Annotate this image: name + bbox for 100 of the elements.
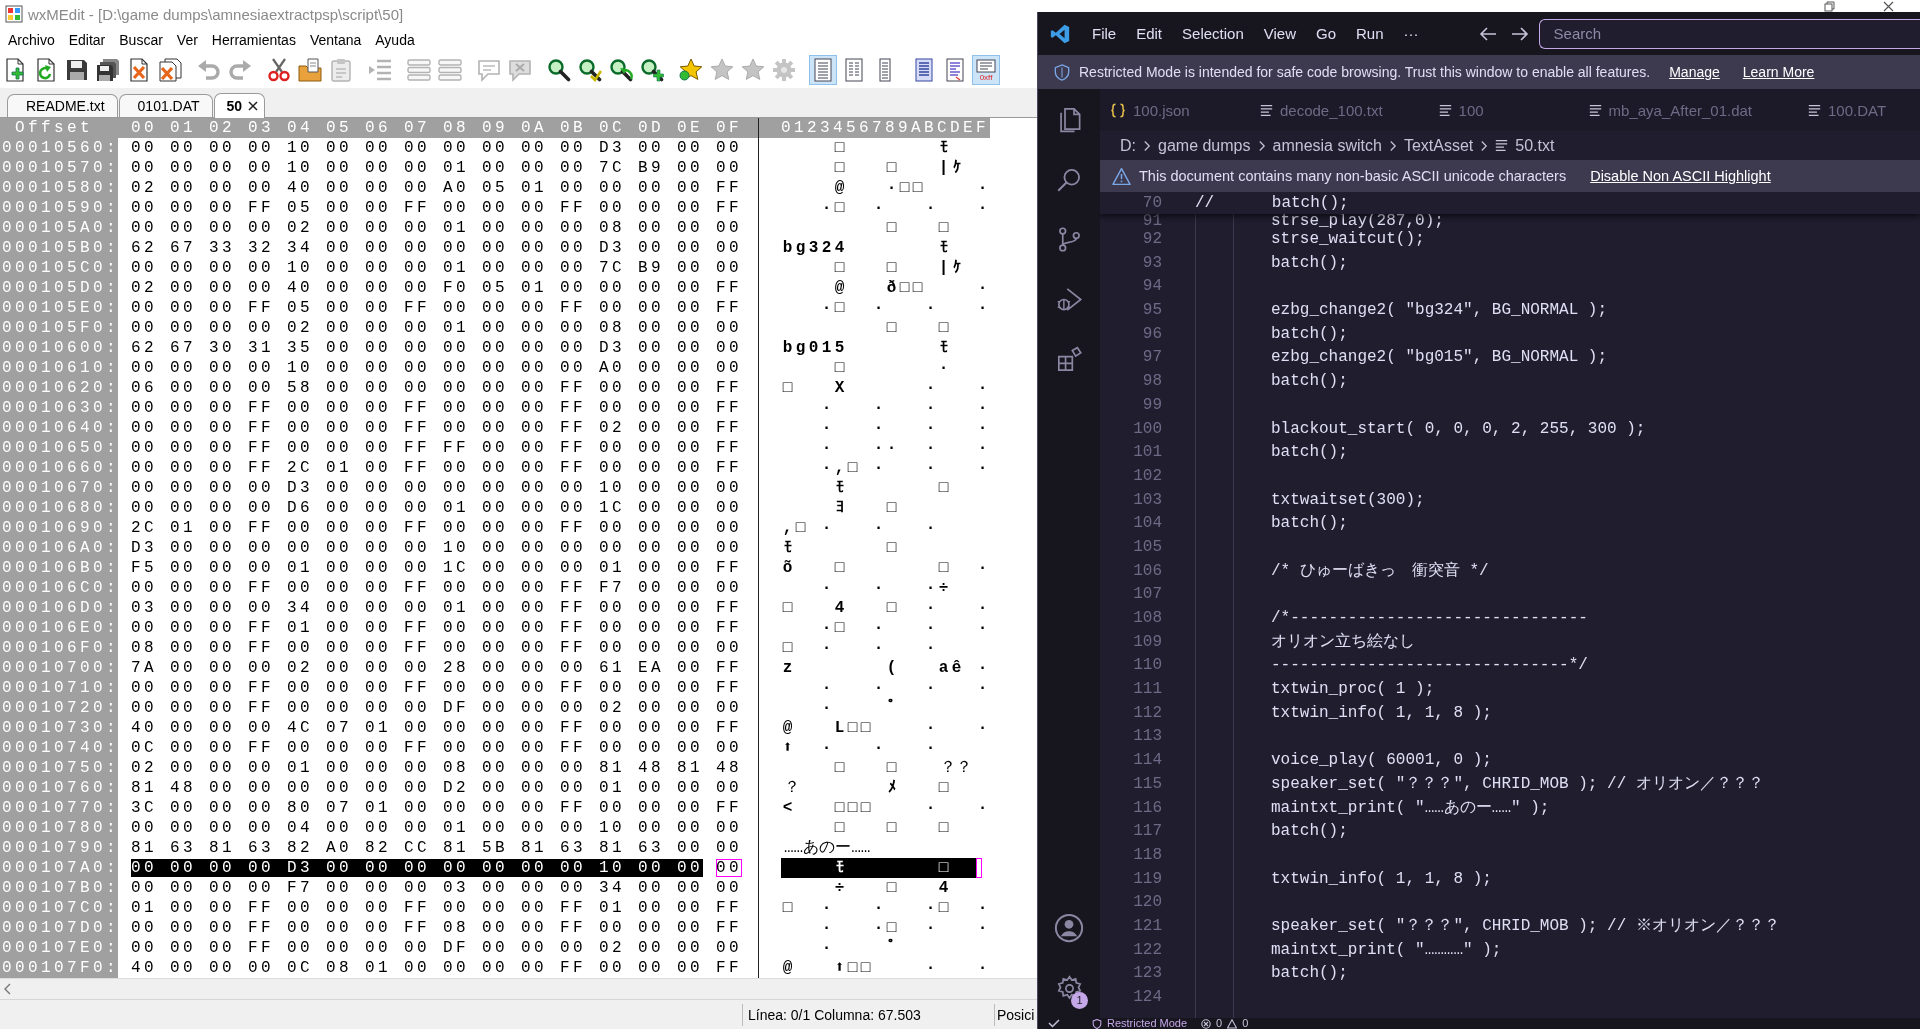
menu-item[interactable]: View [1253,21,1306,46]
column-heading: 00 01 02 03 04 05 06 07 08 09 0A 0B 0C 0D 0E 0F [131,119,743,137]
page-plus-icon [3,58,27,82]
settings-icon[interactable] [1055,974,1083,1002]
hex-bytes: 00 00 00 FF 00 00 00 FF 00 00 00 FF 02 00 00 FF [131,419,743,437]
menu-item[interactable]: Run [1346,21,1394,46]
column-heading: Offset [15,119,93,137]
line-number: 92 [1142,230,1162,248]
horizontal-scrollbar[interactable] [0,978,1038,999]
columns-page-icon [842,58,866,82]
line-number: 96 [1142,324,1162,343]
hex-bytes: 00 00 00 00 F7 00 00 00 03 00 00 00 34 00 00 00 [131,879,743,897]
offset-label: 00010700: [2,659,119,677]
account-icon[interactable] [1054,913,1084,943]
chevron-left-icon[interactable] [4,983,11,995]
line-number: 121 [1133,916,1162,935]
close-icon[interactable] [1883,1,1894,12]
file-tab[interactable]: 50 [213,93,266,118]
ascii-text: □ ﾓ [833,138,949,158]
search-icon [547,58,571,82]
line-number: 91 [1142,212,1162,230]
code-line: batch(); [1271,964,1348,983]
notification-badge: 1 [1071,992,1088,1009]
toolbar-button[interactable]: 0xff [972,55,1000,85]
hex-bytes: 08 00 00 FF 00 00 00 FF 00 00 00 FF 00 00 00 00 [131,639,743,657]
offset-label: 00010770: [2,799,119,817]
offset-label: 00010710: [2,679,119,697]
menu-item[interactable]: Ver [169,30,205,50]
breadcrumb-item[interactable]: amnesia switch [1272,136,1382,155]
menu-item[interactable]: Go [1306,21,1346,46]
arrow-right-icon[interactable] [1510,24,1529,43]
breadcrumb-item[interactable]: 50.txt [1515,136,1555,155]
code-line: strse_waitcut(); [1271,230,1425,248]
menu-item[interactable]: File [1082,21,1127,46]
line-number: 111 [1133,680,1162,699]
warning-count[interactable]: 0 [1242,1018,1249,1029]
ascii-text: · · · · [820,418,989,438]
status-mode[interactable]: Restricted Mode [1107,1018,1188,1029]
menu-item[interactable]: ··· [1393,21,1429,46]
error-count[interactable]: 0 [1216,1018,1223,1029]
breadcrumb-item[interactable]: TextAsset [1403,136,1474,155]
line-number: 95 [1142,301,1162,320]
column-heading: 0123456789ABCDEF [781,118,990,138]
menu-item[interactable]: Archivo [1,30,62,50]
lines-icon [1495,139,1509,152]
offset-label: 00010660: [2,459,119,477]
restore-icon[interactable] [1824,1,1835,12]
offset-label: 00010640: [2,419,119,437]
file-tab[interactable]: 0101.DAT [118,94,213,117]
menu-item[interactable]: Herramientas [204,30,303,50]
extensions-icon[interactable] [1055,345,1083,373]
ascii-text: ﾓ □ [781,858,982,878]
menu-item[interactable]: Editar [61,30,113,50]
page-arrow-icon [34,58,58,82]
code-line: batch(); [1271,372,1348,391]
line-number: 97 [1142,348,1162,367]
error-icon[interactable] [1201,1018,1212,1029]
offset-label: 00010600: [2,339,119,357]
banner-link[interactable]: Learn More [1742,64,1815,80]
chevron-right-icon [1257,139,1266,152]
breadcrumb-item[interactable]: game dumps [1158,136,1251,155]
offset-label: 000106C0: [2,579,119,597]
warning-icon[interactable] [1227,1018,1238,1029]
ascii-text: ÷ □ 4 [833,878,950,898]
code-line: // batch(); [1195,194,1349,212]
menu-item[interactable]: Ventana [302,30,369,50]
breadcrumb-item[interactable]: D: [1120,136,1136,155]
check-icon[interactable] [1048,1019,1060,1028]
ascii-text: □ · · ·□ · [781,898,989,918]
search-field[interactable]: Search [1538,18,1920,49]
lines-icon [1808,103,1822,117]
offset-label: 000105F0: [2,319,119,337]
run-debug-icon[interactable] [1055,285,1083,313]
ascii-text: □ □ □ [833,818,950,838]
arrow-left-icon[interactable] [1478,24,1497,43]
offset-label: 000107C0: [2,899,119,917]
code-line: blackout_start( 0, 0, 0, 2, 255, 300 ); [1271,419,1646,438]
file-tab[interactable]: README.txt [7,94,118,117]
hex-bytes: 62 67 30 31 35 00 00 00 00 00 00 00 D3 00 00 00 [131,339,743,357]
banner-link[interactable]: Manage [1669,64,1720,80]
close-icon[interactable] [248,101,259,111]
speech-bubble-x-icon [508,58,532,82]
logo-icon [1050,23,1070,44]
clipboard-icon [329,58,353,82]
line-number: 116 [1133,798,1162,817]
menu-item[interactable]: Selection [1172,21,1254,46]
menu-item[interactable]: Edit [1126,21,1173,46]
line-number: 100 [1133,419,1162,438]
notice-link[interactable]: Disable Non ASCII Highlight [1590,168,1771,184]
ascii-text: · · ·÷ [820,578,950,598]
ascii-text: @ L□□ · · [781,718,989,738]
code-line: maintxt_print( "……あのー……" ); [1271,798,1550,817]
lines-icon [407,58,431,82]
menu-item[interactable]: Buscar [112,30,170,50]
offset-label: 000106F0: [2,639,119,657]
star-icon [741,58,765,82]
hex-bytes: 81 63 81 63 82 A0 82 CC 81 5B 81 63 81 63 00 00 [131,839,743,857]
menu-item[interactable]: Ayuda [368,30,422,50]
offset-label: 000106B0: [2,559,119,577]
code-line: batch(); [1271,253,1348,272]
